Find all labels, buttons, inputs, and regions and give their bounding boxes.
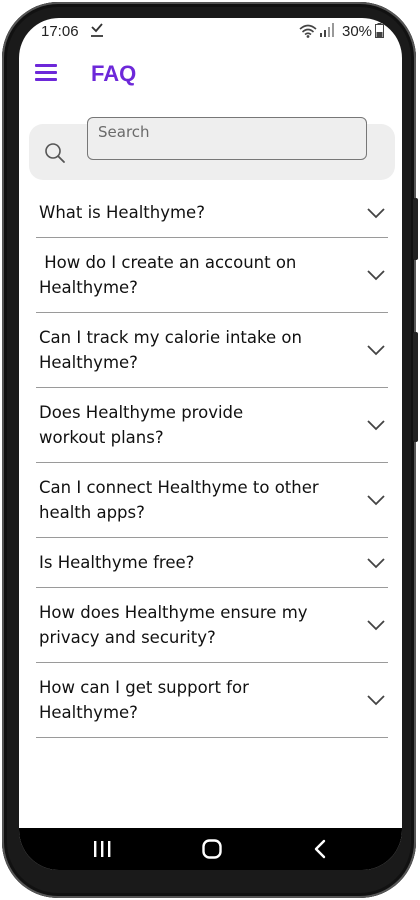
search-icon[interactable] [43, 141, 67, 165]
faq-item[interactable]: How do I create an account on Healthyme? [36, 238, 388, 313]
search-bar [29, 117, 395, 180]
chevron-down-icon[interactable] [366, 555, 386, 571]
chevron-down-icon[interactable] [366, 205, 386, 221]
faq-question: Can I connect Healthyme to other health … [39, 478, 319, 522]
recents-button[interactable] [72, 828, 132, 870]
faq-item[interactable]: How does Healthyme ensure my privacy and… [36, 588, 388, 663]
chevron-down-icon[interactable] [366, 342, 386, 358]
side-button [413, 198, 418, 260]
battery-icon [375, 23, 384, 38]
chevron-down-icon[interactable] [366, 617, 386, 633]
home-button[interactable] [182, 828, 242, 870]
faq-list: What is Healthyme? How do I create an ac… [36, 188, 388, 738]
faq-item[interactable]: Can I track my calorie intake on Healthy… [36, 313, 388, 388]
faq-item[interactable]: Is Healthyme free? [36, 538, 388, 588]
wifi-icon [299, 24, 317, 38]
faq-question: How does Healthyme ensure my privacy and… [39, 603, 308, 647]
home-icon [202, 839, 222, 859]
chevron-down-icon[interactable] [366, 492, 386, 508]
system-nav-bar [19, 828, 402, 870]
chevron-down-icon[interactable] [366, 692, 386, 708]
status-time: 17:06 [41, 23, 79, 40]
faq-question: How can I get support for Healthyme? [39, 678, 249, 722]
faq-question: What is Healthyme? [39, 203, 205, 222]
screen: 17:06 30% FAQ Search What is Healthyme? … [19, 18, 402, 870]
battery-percent: 30% [342, 23, 373, 40]
chevron-down-icon[interactable] [366, 417, 386, 433]
faq-question: How do I create an account on Healthyme? [39, 253, 302, 297]
chevron-down-icon[interactable] [366, 267, 386, 283]
faq-item[interactable]: How can I get support for Healthyme? [36, 663, 388, 738]
menu-icon[interactable] [35, 64, 57, 82]
download-complete-icon [91, 23, 103, 37]
status-bar: 17:06 30% [19, 18, 402, 46]
faq-question: Is Healthyme free? [39, 553, 195, 572]
faq-item[interactable]: Can I connect Healthyme to other health … [36, 463, 388, 538]
faq-item[interactable]: Does Healthyme provide workout plans? [36, 388, 388, 463]
side-button [413, 332, 418, 442]
faq-item[interactable]: What is Healthyme? [36, 188, 388, 238]
faq-question: Does Healthyme provide workout plans? [39, 403, 244, 447]
signal-icon [320, 23, 334, 37]
recents-icon [94, 841, 111, 857]
page-title: FAQ [91, 61, 137, 86]
back-button[interactable] [290, 828, 350, 870]
back-icon [314, 839, 326, 859]
faq-question: Can I track my calorie intake on Healthy… [39, 328, 302, 372]
phone-frame: 17:06 30% FAQ Search What is Healthyme? … [2, 2, 418, 898]
search-input[interactable] [87, 117, 367, 160]
